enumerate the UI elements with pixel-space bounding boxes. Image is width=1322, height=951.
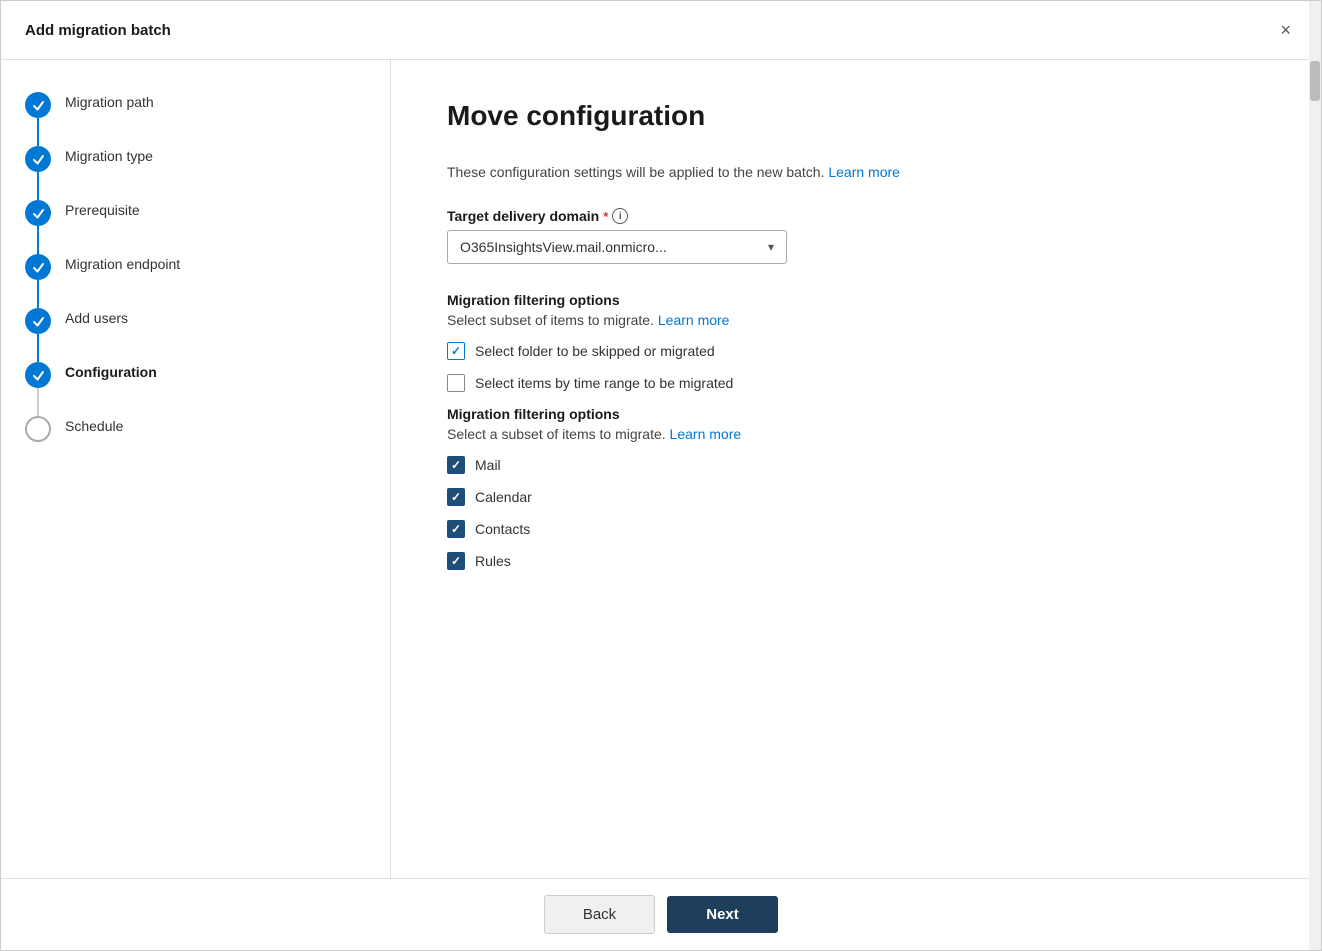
checkbox-rules-row: Rules xyxy=(447,552,1265,570)
next-button[interactable]: Next xyxy=(667,896,778,933)
chevron-down-icon: ▾ xyxy=(768,240,774,254)
step-label-migration-endpoint: Migration endpoint xyxy=(65,254,180,308)
main-content: Move configuration These configuration s… xyxy=(391,60,1321,878)
step-row-prerequisite: Prerequisite xyxy=(25,200,366,254)
filter-section-1-title: Migration filtering options xyxy=(447,292,1265,308)
step-label-migration-type: Migration type xyxy=(65,146,153,200)
filter-section-2-desc: Select a subset of items to migrate. Lea… xyxy=(447,426,1265,442)
step-label-configuration: Configuration xyxy=(65,362,157,416)
step-line-configuration xyxy=(37,388,39,416)
checkbox-skip-folder-row: Select folder to be skipped or migrated xyxy=(447,342,1265,360)
step-connector-add-users xyxy=(25,308,51,362)
step-circle-add-users xyxy=(25,308,51,334)
step-connector-prerequisite xyxy=(25,200,51,254)
sidebar: Migration path Migration type xyxy=(1,60,391,878)
step-connector-migration-endpoint xyxy=(25,254,51,308)
step-row-configuration: Configuration xyxy=(25,362,366,416)
description-learn-more-link[interactable]: Learn more xyxy=(828,164,900,180)
checkbox-mail-label: Mail xyxy=(475,457,501,473)
checkbox-time-range-label: Select items by time range to be migrate… xyxy=(475,375,733,391)
step-connector-migration-path xyxy=(25,92,51,146)
step-label-add-users: Add users xyxy=(65,308,128,362)
checkbox-time-range[interactable] xyxy=(447,374,465,392)
dialog-header: Add migration batch × xyxy=(1,1,1321,60)
target-delivery-domain-label: Target delivery domain * i xyxy=(447,208,1265,224)
dropdown-value: O365InsightsView.mail.onmicro... xyxy=(460,239,667,255)
target-delivery-domain-dropdown[interactable]: O365InsightsView.mail.onmicro... ▾ xyxy=(447,230,787,264)
filter-section-1-learn-more[interactable]: Learn more xyxy=(658,312,730,328)
step-row-add-users: Add users xyxy=(25,308,366,362)
checkbox-mail-row: Mail xyxy=(447,456,1265,474)
step-circle-migration-path xyxy=(25,92,51,118)
checkbox-calendar-label: Calendar xyxy=(475,489,532,505)
checkbox-calendar[interactable] xyxy=(447,488,465,506)
checkbox-calendar-row: Calendar xyxy=(447,488,1265,506)
step-line-add-users xyxy=(37,334,39,362)
step-connector-migration-type xyxy=(25,146,51,200)
step-label-prerequisite: Prerequisite xyxy=(65,200,140,254)
required-star: * xyxy=(603,209,608,224)
step-line-migration-type xyxy=(37,172,39,200)
step-label-schedule: Schedule xyxy=(65,416,123,442)
back-button[interactable]: Back xyxy=(544,895,655,934)
filtering-options-section-2: Migration filtering options Select a sub… xyxy=(447,406,1265,570)
step-row-schedule: Schedule xyxy=(25,416,366,442)
step-line-migration-endpoint xyxy=(37,280,39,308)
checkbox-rules-label: Rules xyxy=(475,553,511,569)
checkbox-contacts-label: Contacts xyxy=(475,521,530,537)
scrollbar-track xyxy=(1309,60,1321,878)
checkbox-skip-folder-label: Select folder to be skipped or migrated xyxy=(475,343,715,359)
filter-section-1-desc: Select subset of items to migrate. Learn… xyxy=(447,312,1265,328)
dialog-footer: Back Next xyxy=(1,878,1321,950)
step-line-migration-path xyxy=(37,118,39,146)
checkbox-rules[interactable] xyxy=(447,552,465,570)
step-connector-configuration xyxy=(25,362,51,416)
info-icon[interactable]: i xyxy=(612,208,628,224)
add-migration-batch-dialog: Add migration batch × Migration path xyxy=(0,0,1322,951)
step-circle-migration-type xyxy=(25,146,51,172)
scrollbar-thumb[interactable] xyxy=(1310,61,1320,101)
filter-section-2-title: Migration filtering options xyxy=(447,406,1265,422)
filtering-options-section-1: Migration filtering options Select subse… xyxy=(447,292,1265,392)
checkbox-skip-folder[interactable] xyxy=(447,342,465,360)
page-title: Move configuration xyxy=(447,100,1265,132)
step-circle-prerequisite xyxy=(25,200,51,226)
checkbox-mail[interactable] xyxy=(447,456,465,474)
step-connector-schedule xyxy=(25,416,51,442)
dialog-title: Add migration batch xyxy=(25,22,171,39)
checkbox-contacts[interactable] xyxy=(447,520,465,538)
description-text: These configuration settings will be app… xyxy=(447,164,1265,180)
checkbox-time-range-row: Select items by time range to be migrate… xyxy=(447,374,1265,392)
close-button[interactable]: × xyxy=(1274,17,1297,43)
step-row-migration-type: Migration type xyxy=(25,146,366,200)
step-line-prerequisite xyxy=(37,226,39,254)
step-row-migration-path: Migration path xyxy=(25,92,366,146)
step-label-migration-path: Migration path xyxy=(65,92,154,146)
step-circle-configuration xyxy=(25,362,51,388)
checkbox-contacts-row: Contacts xyxy=(447,520,1265,538)
step-row-migration-endpoint: Migration endpoint xyxy=(25,254,366,308)
step-circle-migration-endpoint xyxy=(25,254,51,280)
dialog-body: Migration path Migration type xyxy=(1,60,1321,878)
filter-section-2-learn-more[interactable]: Learn more xyxy=(670,426,742,442)
step-circle-schedule xyxy=(25,416,51,442)
